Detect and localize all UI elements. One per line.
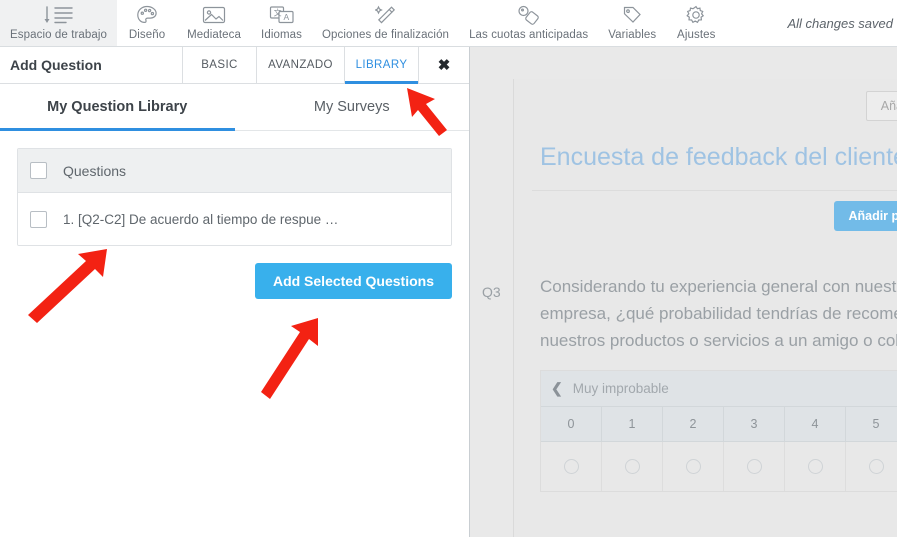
nps-radio-cell[interactable] bbox=[785, 442, 846, 491]
chevron-left-icon[interactable]: ❮ bbox=[551, 380, 563, 397]
add-logo-button[interactable]: Añadir logo bbox=[865, 91, 897, 121]
sub-tab-my-question-library[interactable]: My Question Library bbox=[0, 84, 235, 131]
question-number-label: Q3 bbox=[482, 284, 501, 300]
add-selected-questions-button[interactable]: Add Selected Questions bbox=[254, 263, 452, 299]
nps-number-cell: 2 bbox=[663, 407, 724, 441]
panel-header: Add Question BASIC AVANZADO LIBRARY ✖ bbox=[0, 47, 469, 84]
toolbar-label: Mediateca bbox=[187, 29, 242, 41]
nps-header: ❮ Muy improbable bbox=[541, 371, 897, 406]
question-block: Considerando tu experiencia general con … bbox=[514, 231, 897, 492]
sub-tab-bar: My Question Library My Surveys bbox=[0, 84, 469, 131]
nps-radio-cell[interactable] bbox=[724, 442, 785, 491]
magic-wand-icon bbox=[374, 4, 397, 26]
nps-left-label: Muy improbable bbox=[572, 381, 669, 396]
logo-row: Añadir logo bbox=[514, 79, 897, 121]
toolbar-label: Ajustes bbox=[677, 29, 716, 41]
radio-button[interactable] bbox=[868, 459, 884, 474]
nps-number-cell: 1 bbox=[602, 407, 663, 441]
add-question-button[interactable]: Añadir pregunta bbox=[834, 201, 897, 231]
nps-number-cell: 0 bbox=[541, 407, 602, 441]
radio-button[interactable] bbox=[807, 459, 823, 474]
tag-icon bbox=[621, 4, 643, 26]
svg-text:A: A bbox=[283, 12, 289, 22]
survey-title: Encuesta de feedback del cliente bbox=[540, 143, 897, 171]
workspace-icon bbox=[42, 4, 76, 26]
toolbar-item-espacio-de-trabajo[interactable]: Espacio de trabajo bbox=[0, 0, 118, 46]
table-row[interactable]: 1. [Q2-C2] De acuerdo al tiempo de respu… bbox=[18, 193, 451, 245]
question-text: Considerando tu experiencia general con … bbox=[540, 277, 897, 350]
quotas-icon bbox=[517, 4, 541, 26]
nps-number-cell: 5 bbox=[846, 407, 897, 441]
save-status: All changes saved bbox=[787, 15, 893, 31]
toolbar-item-las-cuotas-anticipadas[interactable]: Las cuotas anticipadas bbox=[459, 0, 598, 46]
questions-table: Questions 1. [Q2-C2] De acuerdo al tiemp… bbox=[17, 148, 452, 246]
add-question-panel: Add Question BASIC AVANZADO LIBRARY ✖ My… bbox=[0, 47, 470, 537]
radio-button[interactable] bbox=[746, 459, 762, 474]
question-label: 1. [Q2-C2] De acuerdo al tiempo de respu… bbox=[63, 211, 339, 227]
nps-radio-cell[interactable] bbox=[541, 442, 602, 491]
svg-text:文: 文 bbox=[273, 8, 281, 18]
sub-tab-my-surveys[interactable]: My Surveys bbox=[235, 84, 470, 130]
panel-title: Add Question bbox=[0, 47, 183, 83]
toolbar-item-diseno[interactable]: Diseño bbox=[117, 0, 177, 46]
nps-number-cell: 4 bbox=[785, 407, 846, 441]
row-checkbox[interactable] bbox=[30, 210, 47, 228]
nps-scale-table: ❮ Muy improbable 0 1 2 3 4 5 bbox=[540, 370, 897, 492]
radio-button[interactable] bbox=[624, 459, 640, 474]
toolbar-label: Espacio de trabajo bbox=[10, 29, 108, 41]
survey-preview-area: Añadir logo Encuesta de feedback del cli… bbox=[470, 47, 897, 537]
toolbar-label: Idiomas bbox=[261, 29, 302, 41]
radio-button[interactable] bbox=[563, 459, 579, 474]
close-icon[interactable]: ✖ bbox=[419, 47, 469, 83]
add-button-row: Add Selected Questions bbox=[0, 246, 469, 299]
questions-table-header: Questions bbox=[18, 149, 451, 193]
toolbar-item-opciones-de-finalizacion[interactable]: Opciones de finalización bbox=[312, 0, 459, 46]
app-root: Espacio de trabajo Diseño Mediateca 文 A … bbox=[0, 0, 897, 537]
nps-radio-cell[interactable] bbox=[846, 442, 897, 491]
toolbar-item-mediateca[interactable]: Mediateca bbox=[177, 0, 251, 46]
nps-radio-row bbox=[541, 441, 897, 491]
main-toolbar: Espacio de trabajo Diseño Mediateca 文 A … bbox=[0, 0, 897, 47]
toolbar-item-idiomas[interactable]: 文 A Idiomas bbox=[251, 0, 312, 46]
toolbar-item-ajustes[interactable]: Ajustes bbox=[666, 0, 726, 46]
nps-radio-cell[interactable] bbox=[602, 442, 663, 491]
toolbar-item-variables[interactable]: Variables bbox=[598, 0, 666, 46]
media-library-icon bbox=[202, 4, 226, 26]
tab-library[interactable]: LIBRARY bbox=[345, 47, 419, 84]
nps-number-cell: 3 bbox=[724, 407, 785, 441]
palette-icon bbox=[136, 4, 158, 26]
toolbar-label: Diseño bbox=[128, 29, 166, 41]
survey-canvas: Añadir logo Encuesta de feedback del cli… bbox=[513, 79, 897, 537]
toolbar-label: Las cuotas anticipadas bbox=[469, 29, 589, 41]
tab-avanzado[interactable]: AVANZADO bbox=[257, 47, 345, 83]
languages-icon: 文 A bbox=[269, 4, 295, 26]
nps-number-row: 0 1 2 3 4 5 bbox=[541, 406, 897, 441]
nps-radio-cell[interactable] bbox=[663, 442, 724, 491]
radio-button[interactable] bbox=[685, 459, 701, 474]
tab-basic[interactable]: BASIC bbox=[183, 47, 257, 83]
column-header-questions: Questions bbox=[63, 162, 127, 179]
gear-icon bbox=[685, 4, 707, 26]
toolbar-label: Variables bbox=[608, 29, 657, 41]
toolbar-label: Opciones de finalización bbox=[322, 29, 450, 41]
select-all-checkbox[interactable] bbox=[30, 162, 47, 179]
add-question-row: Añadir pregunta bbox=[514, 191, 897, 231]
